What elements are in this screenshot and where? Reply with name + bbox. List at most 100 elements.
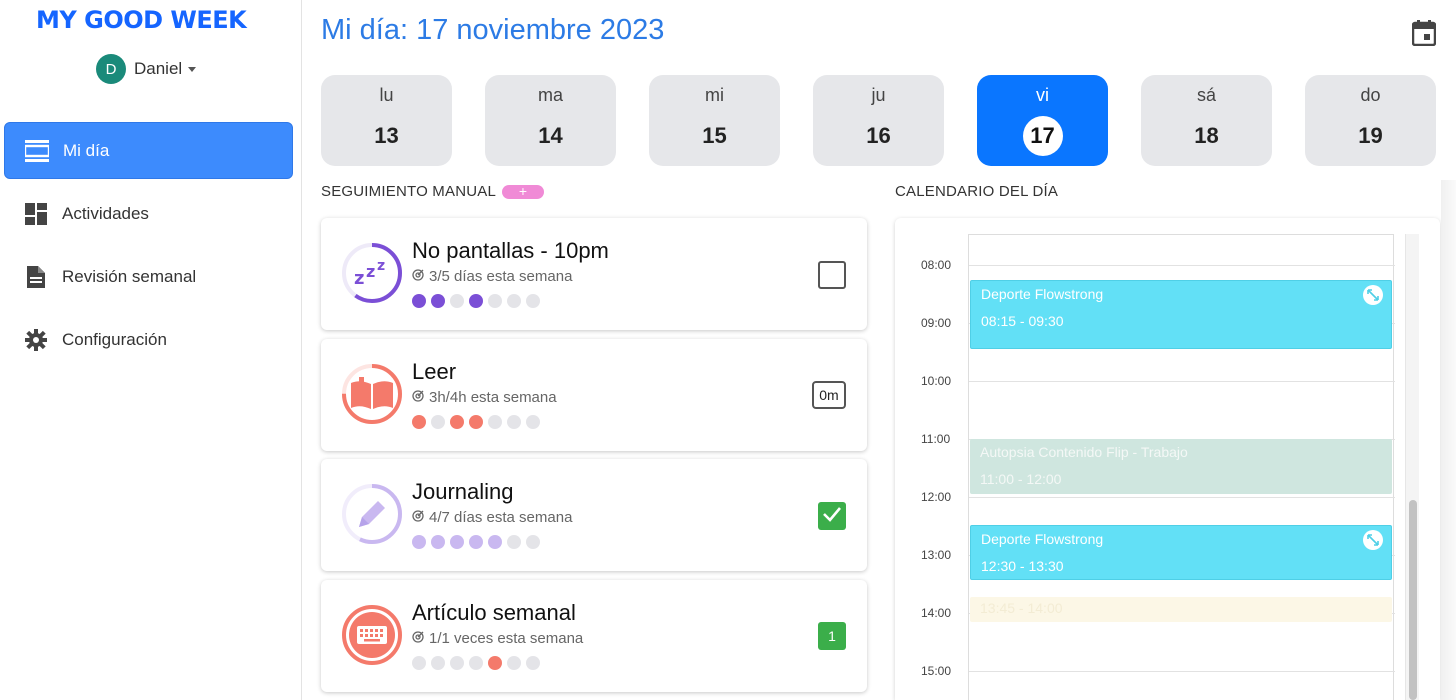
progress-dot-empty — [488, 294, 502, 308]
user-name: Daniel — [134, 59, 183, 78]
tracker-title: Leer — [412, 359, 457, 384]
progress-dot-empty — [526, 656, 540, 670]
hour-label: 08:00 — [921, 258, 952, 272]
week-progress-dots — [412, 656, 540, 670]
tracker-progress-text: 4/7 días esta semana — [429, 509, 573, 526]
day-number: 16 — [866, 123, 891, 148]
tracker-subtitle: 4/7 días esta semana — [412, 509, 572, 526]
progress-dot-empty — [431, 656, 445, 670]
hour-line — [969, 381, 1395, 382]
progress-dot-filled — [412, 415, 426, 429]
progress-dot-filled — [469, 535, 483, 549]
svg-text:z: z — [377, 258, 385, 274]
calendar-event[interactable]: Deporte Flowstrong 08:15 - 09:30 — [970, 280, 1392, 349]
day-name: ma — [537, 85, 563, 105]
minutes-button[interactable]: 0m — [812, 381, 846, 409]
target-icon — [412, 268, 424, 285]
hour-line — [969, 265, 1395, 266]
progress-dot-empty — [526, 294, 540, 308]
sidebar-nav: Mi día Actividades Revisión semanal Conf… — [4, 122, 293, 374]
hour-label: 12:00 — [921, 490, 952, 504]
sidebar-item-label: Configuración — [62, 329, 167, 349]
tracker-subtitle: 1/1 veces esta semana — [412, 630, 583, 647]
calendar-event[interactable]: Autopsia Contenido Flip - Trabajo 11:00 … — [970, 439, 1392, 494]
tracker-title: No pantallas - 10pm — [412, 238, 609, 263]
tracker-title: Artículo semanal — [412, 600, 576, 625]
event-time: 11:00 - 12:00 — [980, 471, 1062, 487]
day-number: 15 — [702, 123, 727, 148]
user-menu[interactable]: D Daniel — [96, 54, 197, 84]
day-button-do[interactable]: do 19 — [1305, 75, 1436, 166]
tracker-card[interactable]: Artículo semanal 1/1 veces esta semana 1 — [321, 580, 867, 692]
count-button[interactable]: 1 — [818, 622, 846, 650]
tracker-card[interactable]: z z z No pantallas - 10pm 3/5 días esta … — [321, 218, 867, 330]
event-time: 12:30 - 13:30 — [981, 558, 1064, 574]
expand-icon[interactable] — [1363, 530, 1383, 550]
hour-label: 14:00 — [921, 606, 952, 620]
tracker-progress-text: 3/5 días esta semana — [429, 268, 573, 285]
hour-label: 11:00 — [921, 432, 951, 446]
week-progress-dots — [412, 415, 540, 429]
tracker-progress-text: 1/1 veces esta semana — [429, 630, 584, 647]
sidebar-item-configuracion[interactable]: Configuración — [4, 311, 293, 368]
sidebar-item-revision-semanal[interactable]: Revisión semanal — [4, 248, 293, 305]
sidebar-item-mi-dia[interactable]: Mi día — [4, 122, 293, 179]
svg-text:z: z — [354, 268, 364, 289]
scrollbar-thumb[interactable] — [1409, 500, 1417, 700]
day-number: 19 — [1358, 123, 1383, 148]
day-name: lu — [379, 85, 394, 105]
sidebar-item-label: Revisión semanal — [62, 266, 197, 286]
progress-dot-empty — [526, 415, 540, 429]
day-button-vi[interactable]: vi 17 — [977, 75, 1108, 166]
add-tracker-button[interactable]: + — [502, 184, 545, 200]
day-name: do — [1360, 85, 1381, 105]
calendar-section-title: CALENDARIO DEL DÍA — [895, 183, 1059, 200]
day-name: mi — [705, 85, 724, 105]
target-icon — [412, 630, 424, 647]
sidebar-item-label: Mi día — [63, 140, 110, 160]
progress-dot-filled — [431, 535, 445, 549]
calendar-icon[interactable] — [1411, 20, 1440, 48]
day-button-mi[interactable]: mi 15 — [649, 75, 780, 166]
hour-label: 13:00 — [921, 548, 952, 562]
event-time: 13:45 - 14:00 — [980, 600, 1063, 616]
progress-dot-filled — [469, 294, 483, 308]
tracker-card[interactable]: Leer 3h/4h esta semana 0m — [321, 339, 867, 451]
day-name: sá — [1196, 85, 1216, 105]
progress-dot-empty — [488, 415, 502, 429]
hour-label: 15:00 — [921, 664, 952, 678]
event-title: Deporte Flowstrong — [981, 286, 1104, 302]
progress-dot-empty — [507, 656, 521, 670]
day-number: 13 — [374, 123, 399, 148]
day-button-ju[interactable]: ju 16 — [813, 75, 944, 166]
calendar-scrollbar[interactable] — [1405, 234, 1419, 700]
tracker-title: Journaling — [412, 479, 514, 504]
day-button-ma[interactable]: ma 14 — [485, 75, 616, 166]
progress-dot-filled — [450, 535, 464, 549]
expand-icon[interactable] — [1363, 285, 1383, 305]
app-logo[interactable]: MY GOOD WEEK — [36, 6, 247, 34]
dashboard-icon — [24, 202, 48, 226]
day-button-lu[interactable]: lu 13 — [321, 75, 452, 166]
calendar-event[interactable]: Deporte Flowstrong 12:30 - 13:30 — [970, 525, 1392, 580]
event-title: Autopsia Contenido Flip - Trabajo — [980, 444, 1188, 460]
page-title: Mi día: 17 noviembre 2023 — [321, 14, 665, 46]
progress-dot-empty — [450, 656, 464, 670]
complete-checkbox[interactable] — [818, 502, 846, 530]
tracker-card[interactable]: Journaling 4/7 días esta semana — [321, 459, 867, 571]
sidebar-item-actividades[interactable]: Actividades — [4, 185, 293, 242]
complete-checkbox[interactable] — [818, 261, 846, 289]
day-number: 14 — [538, 123, 563, 148]
day-button-sa[interactable]: sá 18 — [1141, 75, 1272, 166]
progress-dot-empty — [507, 415, 521, 429]
progress-dot-filled — [412, 535, 426, 549]
progress-dot-filled — [450, 415, 464, 429]
progress-dot-filled — [488, 656, 502, 670]
progress-dot-empty — [507, 294, 521, 308]
day-name: vi — [1036, 85, 1049, 105]
page-edge — [1441, 180, 1456, 700]
svg-text:z: z — [366, 262, 375, 281]
calendar-event[interactable]: 13:45 - 14:00 — [970, 597, 1392, 622]
gear-icon — [24, 328, 48, 352]
progress-dot-empty — [450, 294, 464, 308]
